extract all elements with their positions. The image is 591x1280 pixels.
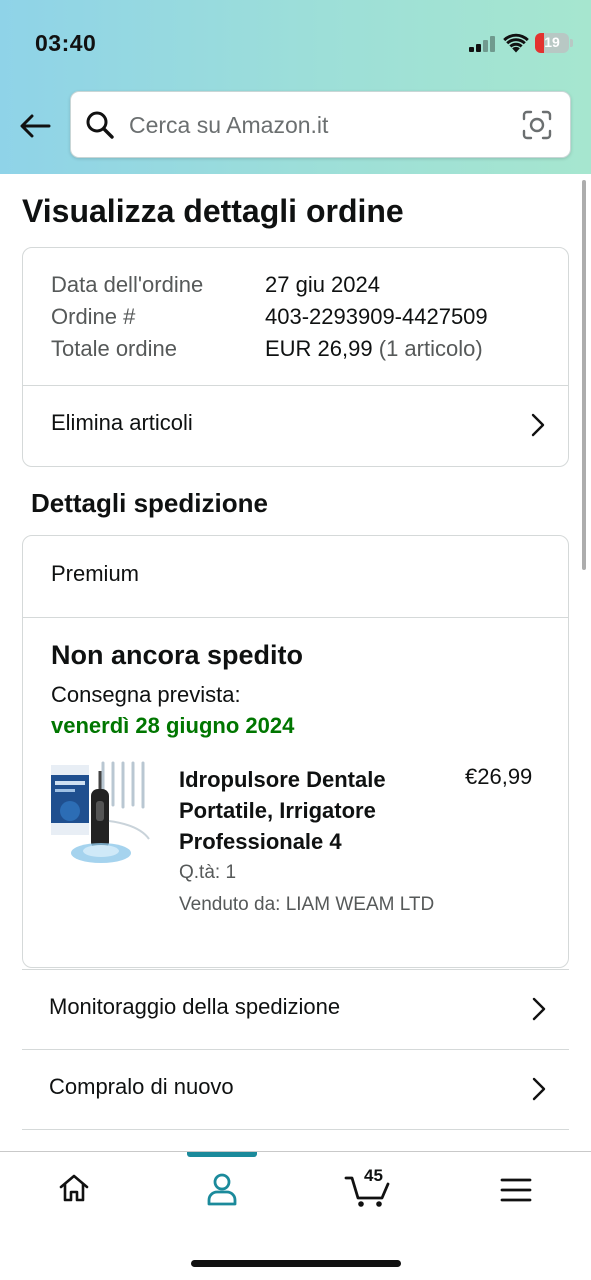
page-title: Visualizza dettagli ordine xyxy=(22,193,404,229)
track-shipment-row[interactable]: Monitoraggio della spedizione xyxy=(22,969,569,1049)
chevron-right-icon xyxy=(532,1077,546,1101)
order-number-value: 403-2293909-4427509 xyxy=(265,304,488,329)
scrollbar[interactable] xyxy=(582,180,586,570)
order-total-value: EUR 26,99 (1 articolo) xyxy=(265,336,483,362)
order-summary-card: Data dell'ordine 27 giu 2024 Ordine # 40… xyxy=(22,247,569,467)
battery-level: 19 xyxy=(544,34,560,50)
chevron-right-icon xyxy=(531,413,545,437)
cart-count-badge: 45 xyxy=(364,1166,383,1185)
shipping-section-title: Dettagli spedizione xyxy=(31,488,268,518)
shipping-service: Premium xyxy=(51,561,140,586)
status-time: 03:40 xyxy=(35,30,97,56)
shipment-card: Premium Non ancora spedito Consegna prev… xyxy=(22,535,569,968)
back-button[interactable] xyxy=(17,108,53,144)
order-total-label: Totale ordine xyxy=(51,336,177,361)
buy-again-row[interactable]: Compralo di nuovo xyxy=(22,1049,569,1129)
tab-cart[interactable] xyxy=(322,1152,402,1232)
product-price: €26,99 xyxy=(465,764,533,789)
buy-again-label: Compralo di nuovo xyxy=(49,1074,234,1099)
battery-icon: 19 xyxy=(535,33,573,53)
user-icon xyxy=(207,1173,237,1206)
next-row xyxy=(22,1129,569,1151)
chevron-right-icon xyxy=(532,997,546,1021)
delivery-label: Consegna prevista: xyxy=(51,682,241,707)
shipment-status: Non ancora spedito xyxy=(51,640,304,670)
home-indicator[interactable] xyxy=(191,1260,401,1267)
order-number-label: Ordine # xyxy=(51,304,136,329)
delete-items-label: Elimina articoli xyxy=(51,410,193,435)
track-shipment-label: Monitoraggio della spedizione xyxy=(49,994,341,1019)
tab-menu[interactable] xyxy=(476,1152,556,1232)
delivery-date: venerdì 28 giugno 2024 xyxy=(51,713,295,738)
tab-home[interactable] xyxy=(34,1152,114,1232)
wifi-icon xyxy=(503,33,529,53)
order-date-label: Data dell'ordine xyxy=(51,272,204,297)
header-bar: 03:40 19 xyxy=(0,0,591,174)
product-seller: Venduto da: LIAM WEAM LTD xyxy=(179,894,435,915)
product-image[interactable] xyxy=(49,761,155,869)
cellular-signal-icon xyxy=(469,36,495,52)
product-quantity: Q.tà: 1 xyxy=(179,862,237,883)
order-date-value: 27 giu 2024 xyxy=(265,272,380,297)
delete-items-row[interactable]: Elimina articoli xyxy=(23,386,568,466)
hamburger-menu-icon xyxy=(500,1178,532,1202)
home-icon xyxy=(59,1174,89,1202)
tab-account[interactable] xyxy=(182,1152,262,1232)
search-icon xyxy=(86,111,114,139)
back-arrow-icon xyxy=(20,114,51,138)
camera-scan-icon[interactable] xyxy=(521,109,553,141)
product-title[interactable]: Idropulsore Dentale Portatile, Irrigator… xyxy=(179,764,439,857)
divider xyxy=(23,617,568,618)
search-bar[interactable] xyxy=(70,91,571,158)
search-input[interactable] xyxy=(129,104,509,146)
order-item-count: (1 articolo) xyxy=(378,336,483,361)
order-total-amount: EUR 26,99 xyxy=(265,336,373,361)
